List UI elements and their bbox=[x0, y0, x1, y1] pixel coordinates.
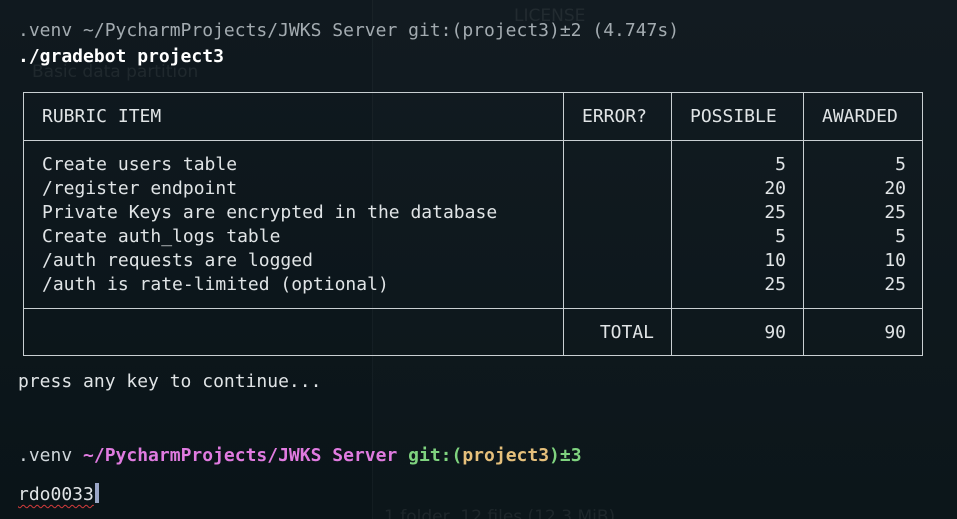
prompt-git-label: git:( bbox=[408, 445, 463, 466]
table-divider bbox=[24, 308, 922, 309]
table-divider bbox=[24, 140, 922, 141]
row-item: /register endpoint bbox=[42, 178, 238, 199]
header-error: ERROR? bbox=[582, 106, 648, 127]
prompt-branch: project3 bbox=[462, 445, 550, 466]
total-label: TOTAL bbox=[599, 322, 654, 343]
prompt-git-close: )±3 bbox=[549, 445, 582, 466]
row-item: Create users table bbox=[42, 154, 238, 175]
header-possible: POSSIBLE bbox=[690, 106, 777, 127]
row-possible: 25 bbox=[764, 274, 786, 295]
table-divider bbox=[671, 93, 672, 355]
history-prompt-line: .venv ~/PycharmProjects/JWKS Server git:… bbox=[18, 20, 680, 41]
command-input[interactable]: rdo0033 bbox=[18, 483, 99, 506]
total-awarded: 90 bbox=[884, 322, 906, 343]
row-possible: 20 bbox=[764, 178, 786, 199]
row-possible: 5 bbox=[775, 226, 786, 247]
row-awarded: 20 bbox=[884, 178, 906, 199]
ghost-folder-info: 1 folder, 12 files (12.3 MiB) bbox=[384, 507, 616, 519]
row-awarded: 25 bbox=[884, 274, 906, 295]
history-command: ./gradebot project3 bbox=[18, 46, 224, 67]
row-item: /auth requests are logged bbox=[42, 250, 313, 271]
table-divider bbox=[803, 93, 804, 355]
header-rubric-item: RUBRIC ITEM bbox=[42, 106, 162, 127]
row-possible: 5 bbox=[775, 154, 786, 175]
row-awarded: 5 bbox=[895, 226, 906, 247]
row-item: Create auth_logs table bbox=[42, 226, 281, 247]
row-awarded: 5 bbox=[895, 154, 906, 175]
command-input-text[interactable]: rdo0033 bbox=[18, 484, 94, 505]
total-possible: 90 bbox=[764, 322, 786, 343]
prompt-venv: .venv bbox=[18, 445, 73, 466]
header-awarded: AWARDED bbox=[822, 106, 898, 127]
continue-text: press any key to continue... bbox=[18, 371, 322, 392]
table-divider bbox=[563, 93, 564, 355]
row-awarded: 25 bbox=[884, 202, 906, 223]
rubric-table: RUBRIC ITEM ERROR? POSSIBLE AWARDED Crea… bbox=[23, 92, 923, 356]
prompt-path: ~/PycharmProjects/JWKS Server bbox=[83, 445, 398, 466]
row-item: Private Keys are encrypted in the databa… bbox=[42, 202, 498, 223]
shell-prompt: .venv ~/PycharmProjects/JWKS Server git:… bbox=[18, 445, 582, 467]
row-item: /auth is rate-limited (optional) bbox=[42, 274, 389, 295]
row-awarded: 10 bbox=[884, 250, 906, 271]
terminal-window[interactable]: LICENSE Basic data partition 1 folder, 1… bbox=[0, 0, 957, 519]
row-possible: 10 bbox=[764, 250, 786, 271]
row-possible: 25 bbox=[764, 202, 786, 223]
text-cursor bbox=[94, 483, 99, 503]
